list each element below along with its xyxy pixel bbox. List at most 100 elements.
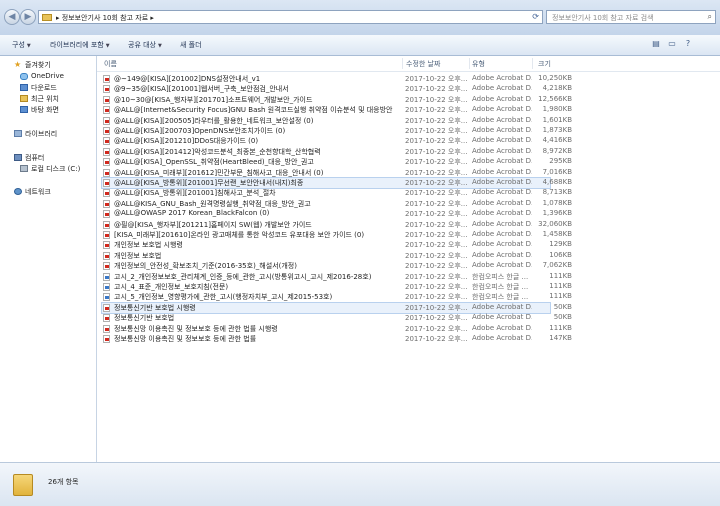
nav-favorites[interactable]: ★ 즐겨찾기	[0, 60, 96, 70]
file-size: 8,972KB	[542, 146, 572, 155]
file-size: 111KB	[549, 282, 572, 290]
nav-libraries[interactable]: 라이브러리	[0, 129, 96, 139]
column-divider[interactable]	[532, 58, 533, 69]
file-size: 111KB	[549, 292, 572, 301]
file-name: 고시_5_개인정보_영향평가에_관한_고시(행정자치부_고시_제2015-53호…	[114, 293, 333, 302]
column-divider[interactable]	[469, 58, 470, 69]
pdf-file-icon	[103, 127, 110, 135]
file-row[interactable]: @ALL@[KISA_미래부][201612]민간부문_침해사고_대응_안내서 …	[102, 168, 572, 178]
pdf-file-icon	[103, 303, 110, 312]
file-name: 정보통신기반 보호법	[114, 314, 175, 323]
file-row[interactable]: 정보통신망 이용촉진 및 정보보호 등에 관한 법률 2017-10-22 오후.…	[102, 334, 572, 344]
search-input[interactable]: 정보보안기사 10회 참고 자료 검색 ⌕	[546, 10, 716, 24]
help-icon[interactable]: ?	[682, 39, 694, 50]
hwp-file-icon	[103, 272, 110, 281]
column-divider[interactable]	[402, 58, 403, 69]
file-row[interactable]: 정보통신기반 보호법 2017-10-22 오후... Adobe Acrobat …	[102, 313, 572, 323]
file-row[interactable]: @ALL@[KISA]_OpenSSL_취약점(HeartBleed)_대응_방…	[102, 157, 572, 167]
file-row[interactable]: [KISA_미래부][201610]온라인 광고매체를 통한 악성코드 유포대응…	[102, 230, 572, 240]
file-row[interactable]: @필@[KISA_행자부][201211]홈페이지 SW(웹) 개발보안 가이드…	[102, 220, 572, 230]
nav-local-disk[interactable]: 로컬 디스크 (C:)	[0, 164, 96, 174]
file-row[interactable]: @ALL@KISA_GNU_Bash_원격명령실행_취약점_대응_방안_권고 20…	[102, 199, 572, 209]
include-library-menu[interactable]: 라이브러리에 포함 ▼	[50, 40, 110, 50]
nav-network[interactable]: 네트워크	[0, 187, 96, 197]
file-name: @ALL@[KISA][201412]악성코드분석_최종본_순천향대학_산학협력	[114, 147, 321, 156]
pdf-file-icon	[103, 116, 110, 125]
file-type: Adobe Acrobat D...	[472, 136, 532, 145]
column-size[interactable]: 크기	[538, 59, 551, 69]
file-row[interactable]: @ALL@[Internet&Security Focus]GNU Bash 원…	[102, 105, 572, 115]
file-row[interactable]: @ALL@[KISA][200505]라우터를_활용한_네트워크_보안설정 (0…	[102, 116, 572, 126]
pdf-file-icon	[103, 147, 110, 156]
file-date: 2017-10-22 오후...	[405, 251, 468, 260]
search-icon[interactable]: ⌕	[708, 12, 712, 22]
column-date[interactable]: 수정한 날짜	[406, 59, 440, 69]
file-type: Adobe Acrobat D...	[472, 146, 532, 155]
file-row[interactable]: 고시_2_개인정보보호_관리체계_인증_등에_관한_고시(방통위고시_고시_제2…	[102, 272, 572, 282]
pdf-file-icon	[103, 210, 110, 219]
file-row[interactable]: @ALL@OWASP 2017 Korean_BlackFalcon (0) 20…	[102, 209, 572, 219]
pdf-file-icon	[103, 251, 110, 260]
file-name: 정보통신기반 보호법 시행령	[114, 303, 196, 312]
file-type: 한컴오피스 한글 ...	[472, 272, 529, 281]
pdf-file-icon	[103, 220, 110, 229]
share-menu[interactable]: 공유 대상 ▼	[128, 40, 162, 50]
nav-desktop[interactable]: 바탕 화면	[0, 105, 96, 115]
file-name: 개인정보의_안전성_확보조치_기준(2016-35호)_해설서(개정)	[114, 262, 297, 271]
file-date: 2017-10-22 오후...	[405, 303, 468, 312]
file-row[interactable]: 고시_4_표준_개인정보_보호지침(전문) 2017-10-22 오후... 한컴오…	[102, 282, 572, 292]
file-size: 4,688KB	[542, 178, 572, 186]
file-name: 개인정보 보호법 시행령	[114, 241, 183, 250]
nav-onedrive[interactable]: OneDrive	[0, 72, 96, 82]
file-row[interactable]: 고시_5_개인정보_영향평가에_관한_고시(행정자치부_고시_제2015-53호…	[102, 292, 572, 302]
file-type: 한컴오피스 한글 ...	[472, 283, 529, 291]
nav-recent[interactable]: 최근 위치	[0, 94, 96, 104]
command-toolbar: 구성 ▼ 라이브러리에 포함 ▼ 공유 대상 ▼ 새 폴더 ▤ ▭ ?	[0, 35, 720, 56]
file-row[interactable]: @ALL@[KISA][201210]DDoS대응가이드 (0) 2017-10-…	[102, 136, 572, 146]
file-row[interactable]: 개인정보 보호법 2017-10-22 오후... Adobe Acrobat D.…	[102, 251, 572, 261]
address-field[interactable]: ▸ 정보보안기사 10회 참고 자료 ▸ ⟳	[38, 10, 543, 24]
file-size: 4,218KB	[542, 84, 572, 93]
file-name: @ALL@KISA_GNU_Bash_원격명령실행_취약점_대응_방안_권고	[114, 199, 311, 208]
file-row[interactable]: @ALL@[KISA_방통위][201001]무선랜_보안안내서(내지)최종 20…	[101, 177, 572, 189]
file-row[interactable]: 개인정보의_안전성_확보조치_기준(2016-35호)_해설서(개정) 2017-…	[102, 261, 572, 271]
file-date: 2017-10-22 오후...	[405, 106, 468, 115]
network-icon	[14, 188, 22, 195]
organize-menu[interactable]: 구성 ▼	[12, 40, 31, 50]
nav-local-disk-label: 로컬 디스크 (C:)	[31, 165, 81, 173]
file-type: Adobe Acrobat D...	[472, 302, 532, 311]
file-row[interactable]: @9~35@[KISA][201001]웹서버_구축_보안점검_안내서 2017-…	[102, 84, 572, 94]
preview-pane-icon[interactable]: ▭	[666, 39, 678, 50]
nav-downloads[interactable]: 다운로드	[0, 83, 96, 93]
file-type: Adobe Acrobat D...	[472, 94, 532, 103]
pdf-file-icon	[103, 314, 110, 323]
view-options-icon[interactable]: ▤	[650, 39, 662, 50]
file-row[interactable]: 정보통신기반 보호법 시행령 2017-10-22 오후... Adobe Acro…	[101, 301, 572, 314]
breadcrumb[interactable]: ▸ 정보보안기사 10회 참고 자료 ▸	[56, 13, 154, 23]
address-bar-area: ◀ ▶ ▸ 정보보안기사 10회 참고 자료 ▸ ⟳ 정보보안기사 10회 참고…	[0, 0, 720, 35]
file-row[interactable]: 정보통신망 이용촉진 및 정보보호 등에 관한 법률 시행령 2017-10-22…	[102, 324, 572, 334]
pdf-file-icon	[103, 199, 110, 208]
new-folder-button[interactable]: 새 폴더	[180, 40, 202, 50]
forward-button[interactable]: ▶	[20, 9, 36, 25]
file-row[interactable]: @10~30@[KISA_행자부][201701]소프트웨어_개발보안_가이드 2…	[102, 94, 572, 105]
file-row[interactable]: 개인정보 보호법 시행령 2017-10-22 오후... Adobe Acroba…	[102, 240, 572, 250]
nav-favorites-label: 즐겨찾기	[25, 61, 51, 69]
refresh-icon[interactable]: ⟳	[532, 12, 539, 21]
back-button[interactable]: ◀	[4, 9, 20, 25]
file-row[interactable]: @ALL@[KISA_방통위][201001]침해사고_분석_절차 2017-10…	[102, 188, 572, 198]
file-name: 정보통신망 이용촉진 및 정보보호 등에 관한 법률	[114, 335, 257, 343]
pdf-file-icon	[103, 137, 110, 146]
nav-computer[interactable]: 컴퓨터	[0, 153, 96, 163]
file-row[interactable]: @ALL@[KISA][200703]OpenDNS보안조치가이드 (0) 201…	[102, 126, 572, 136]
column-name[interactable]: 이름	[104, 59, 117, 69]
file-size: 4,416KB	[542, 136, 572, 145]
column-type[interactable]: 유형	[472, 59, 485, 69]
file-name: @ALL@[KISA][201210]DDoS대응가이드 (0)	[114, 137, 259, 146]
file-name: [KISA_미래부][201610]온라인 광고매체를 통한 악성코드 유포대응…	[114, 231, 365, 239]
pdf-file-icon	[103, 324, 110, 333]
file-size: 147KB	[549, 334, 572, 342]
file-row[interactable]: @~149@[KISA][201002]DNS설정안내서_v1 2017-10-2…	[102, 74, 572, 84]
file-row[interactable]: @ALL@[KISA][201412]악성코드분석_최종본_순천향대학_산학협력…	[102, 146, 572, 157]
file-size: 7,062KB	[542, 261, 572, 270]
